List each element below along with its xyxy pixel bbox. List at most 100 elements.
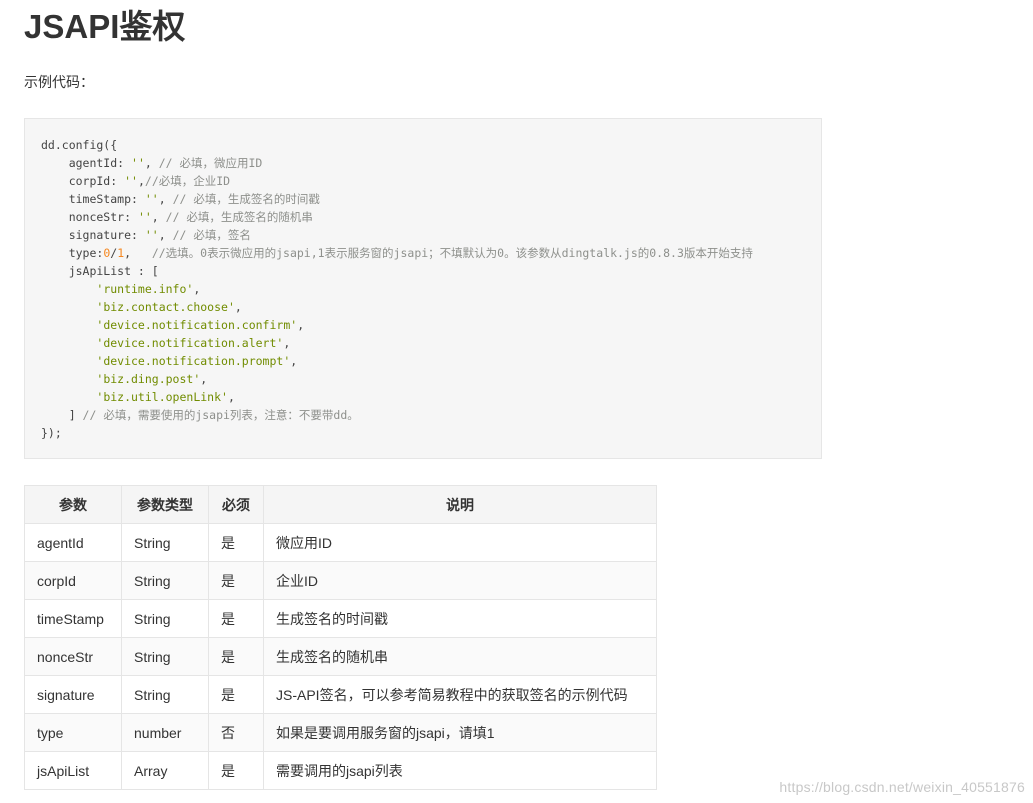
code-token: 'biz.ding.post' xyxy=(96,372,201,386)
code-token: , xyxy=(137,174,145,188)
code-token: , xyxy=(144,156,159,170)
type-cell: String xyxy=(121,523,209,562)
code-token: , xyxy=(297,318,305,332)
code-token: , xyxy=(234,300,242,314)
code-token: corpId: xyxy=(41,174,125,188)
code-token: 'device.notification.alert' xyxy=(96,336,284,350)
code-token: '' xyxy=(137,210,152,224)
code-token: '' xyxy=(144,228,159,242)
description-cell: 需要调用的jsapi列表 xyxy=(263,751,657,790)
code-token: , xyxy=(158,228,173,242)
required-cell: 是 xyxy=(208,637,264,676)
param-cell: timeStamp xyxy=(24,599,122,638)
table-row: type number 否如果是要调用服务窗的jsapi，请填1 xyxy=(24,713,657,752)
type-cell: String xyxy=(121,599,209,638)
code-token: '' xyxy=(144,192,159,206)
code-token: // 必填，签名 xyxy=(172,228,251,242)
code-token: // 必填，生成签名的时间戳 xyxy=(172,192,320,206)
code-token: dd.config({ xyxy=(41,138,118,152)
code-token: agentId: xyxy=(41,156,132,170)
header-description: 说明 xyxy=(263,485,657,524)
code-token: //必填，企业ID xyxy=(144,174,231,188)
code-line: ] // 必填，需要使用的jsapi列表，注意：不要带dd。 xyxy=(41,406,753,424)
table-header-row: 参数 参数类型 必须 说明 xyxy=(24,485,657,524)
code-token: nonceStr: xyxy=(41,210,138,224)
description-cell: JS-API签名，可以参考简易教程中的获取签名的示例代码 xyxy=(263,675,657,714)
code-line: 'biz.contact.choose', xyxy=(41,298,753,316)
param-cell: jsApiList xyxy=(24,751,122,790)
description-cell: 如果是要调用服务窗的jsapi，请填1 xyxy=(263,713,657,752)
code-token: ] xyxy=(41,408,83,422)
code-line: agentId: '', // 必填，微应用ID xyxy=(41,154,753,172)
param-cell: agentId xyxy=(24,523,122,562)
code-line: 'device.notification.alert', xyxy=(41,334,753,352)
param-cell: type xyxy=(24,713,122,752)
code-token: , xyxy=(290,354,298,368)
watermark: https://blog.csdn.net/weixin_40551876 xyxy=(779,779,1025,795)
page-title: JSAPI鉴权 xyxy=(24,8,186,45)
code-token: type: xyxy=(41,246,104,260)
code-token: , xyxy=(200,372,208,386)
description-cell: 生成签名的时间戳 xyxy=(263,599,657,638)
code-token: , xyxy=(227,390,235,404)
table-row: signature String 是 JS-API签名，可以参考简易教程中的获取签名的… xyxy=(24,675,657,714)
code-content: dd.config({ agentId: '', // 必填，微应用ID cor… xyxy=(41,136,753,442)
table-row: agentId String 是微应用ID xyxy=(24,523,657,562)
code-line: 'runtime.info', xyxy=(41,280,753,298)
code-token: //选填。0表示微应用的jsapi,1表示服务窗的jsapi；不填默认为0。该参… xyxy=(151,246,753,260)
params-table: 参数 参数类型 必须 说明 agentId String 是微应用ID corpId S… xyxy=(24,485,657,790)
code-token: , xyxy=(158,192,173,206)
code-line: nonceStr: '', // 必填，生成签名的随机串 xyxy=(41,208,753,226)
code-line: }); xyxy=(41,424,753,442)
header-type: 参数类型 xyxy=(121,485,209,524)
code-token: 'device.notification.confirm' xyxy=(96,318,298,332)
code-token: 'biz.util.openLink' xyxy=(96,390,228,404)
code-token: // 必填，微应用ID xyxy=(158,156,263,170)
required-cell: 是 xyxy=(208,561,264,600)
required-cell: 是 xyxy=(208,751,264,790)
code-line: type:0/1, //选填。0表示微应用的jsapi,1表示服务窗的jsapi… xyxy=(41,244,753,262)
code-token: , xyxy=(124,246,152,260)
code-token: 'biz.contact.choose' xyxy=(96,300,235,314)
code-line: jsApiList : [ xyxy=(41,262,753,280)
code-token: // 必填，需要使用的jsapi列表，注意：不要带dd。 xyxy=(82,408,359,422)
param-cell: corpId xyxy=(24,561,122,600)
header-param: 参数 xyxy=(24,485,122,524)
type-cell: String xyxy=(121,561,209,600)
code-token: , xyxy=(283,336,291,350)
table-row: timeStamp String 是生成签名的时间戳 xyxy=(24,599,657,638)
required-cell: 是 xyxy=(208,523,264,562)
code-line: timeStamp: '', // 必填，生成签名的时间戳 xyxy=(41,190,753,208)
code-line: dd.config({ xyxy=(41,136,753,154)
code-block: dd.config({ agentId: '', // 必填，微应用ID cor… xyxy=(24,118,822,459)
code-token: timeStamp: xyxy=(41,192,145,206)
code-line: 'biz.util.openLink', xyxy=(41,388,753,406)
code-token: 'device.notification.prompt' xyxy=(96,354,291,368)
code-token: , xyxy=(151,210,166,224)
description-cell: 微应用ID xyxy=(263,523,657,562)
description-cell: 企业ID xyxy=(263,561,657,600)
code-token: 'runtime.info' xyxy=(96,282,194,296)
code-line: 'biz.ding.post', xyxy=(41,370,753,388)
param-cell: nonceStr xyxy=(24,637,122,676)
code-token: // 必填，生成签名的随机串 xyxy=(165,210,313,224)
param-cell: signature xyxy=(24,675,122,714)
code-line: 'device.notification.prompt', xyxy=(41,352,753,370)
table-row: nonceStr String 是生成签名的随机串 xyxy=(24,637,657,676)
required-cell: 是 xyxy=(208,675,264,714)
table-row: jsApiList Array 是需要调用的jsapi列表 xyxy=(24,751,657,790)
code-token: '' xyxy=(131,156,145,170)
code-line: corpId: '',//必填，企业ID xyxy=(41,172,753,190)
intro-text: 示例代码： xyxy=(24,74,94,90)
code-token: '' xyxy=(124,174,138,188)
code-token: signature: xyxy=(41,228,145,242)
type-cell: String xyxy=(121,637,209,676)
type-cell: Array xyxy=(121,751,209,790)
code-token: }); xyxy=(41,426,62,440)
